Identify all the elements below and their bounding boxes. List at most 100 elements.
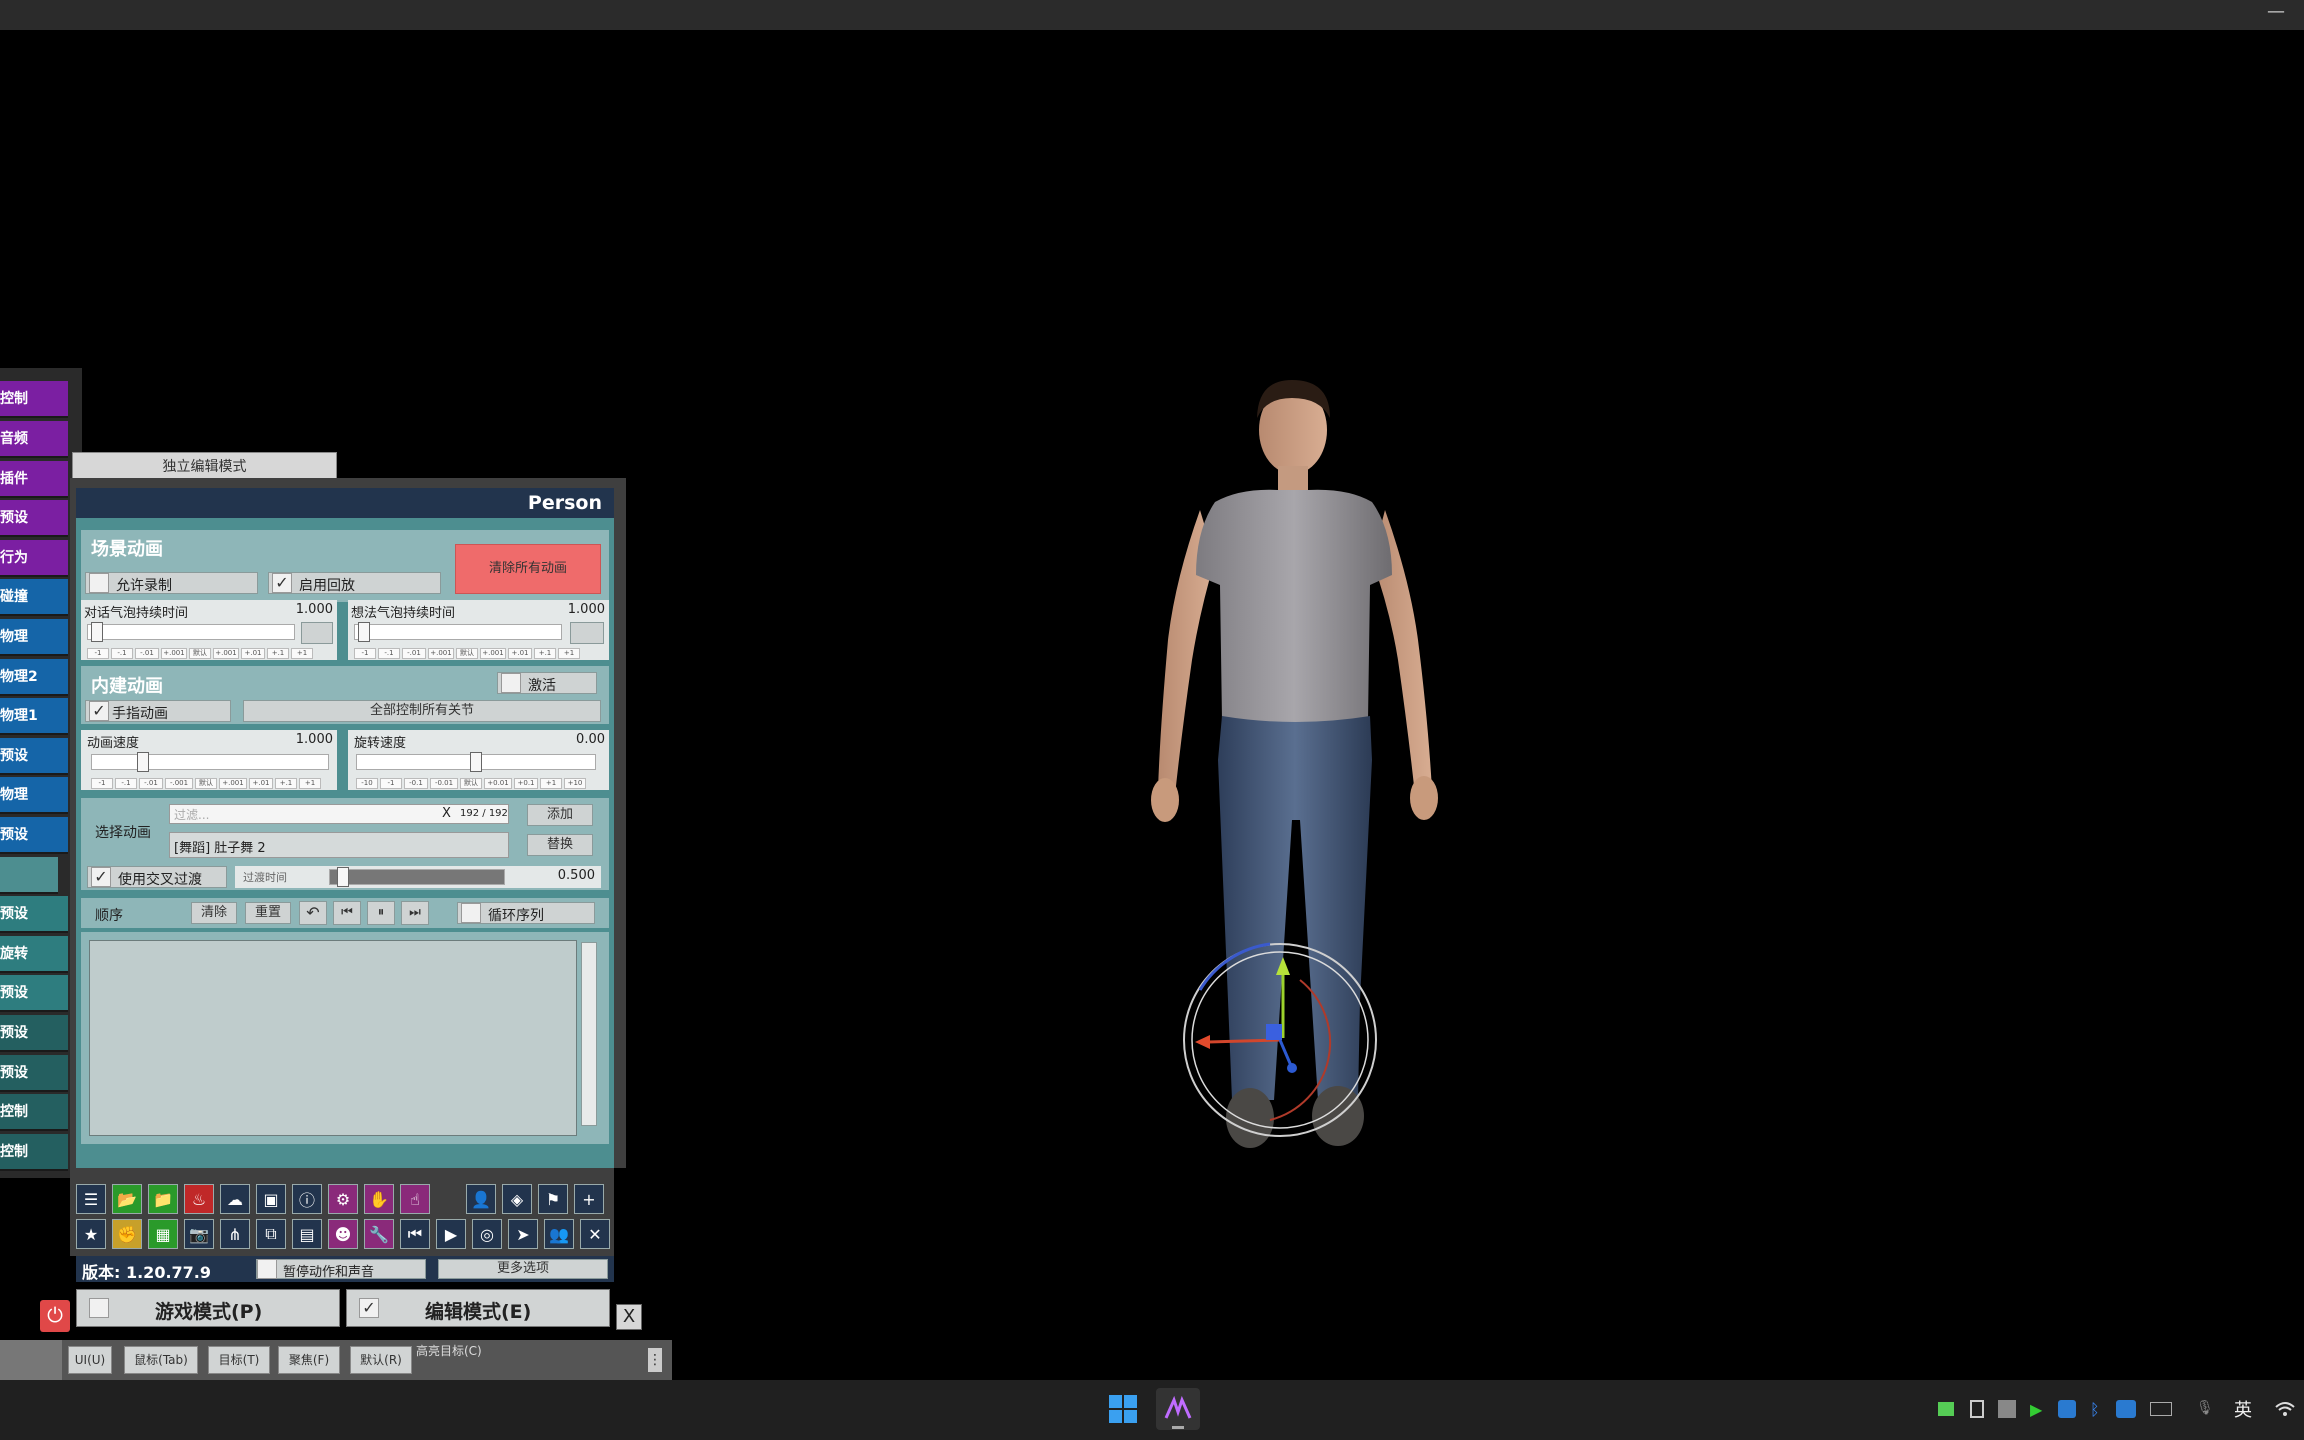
sidebar-tab[interactable]: 预设	[0, 896, 68, 933]
step-button[interactable]: -.1	[115, 778, 137, 789]
step-button[interactable]: +0.01	[484, 778, 512, 789]
pause-anim-sound-checkbox[interactable]	[257, 1259, 277, 1279]
step-button[interactable]: +1	[558, 648, 580, 659]
step-button[interactable]: -0.1	[404, 778, 428, 789]
step-button[interactable]: -.01	[139, 778, 163, 789]
wifi-icon[interactable]	[2274, 1400, 2296, 1418]
step-button[interactable]: +0.1	[514, 778, 538, 789]
sidebar-tab[interactable]: 行为	[0, 540, 68, 577]
step-button[interactable]: -1	[87, 648, 109, 659]
nodes-icon[interactable]: ⋔	[220, 1219, 250, 1249]
sidebar-tab[interactable]: 旋转	[0, 936, 68, 973]
hotkey-target[interactable]: 目标(T)	[208, 1346, 270, 1374]
cursor-icon[interactable]: ➤	[508, 1219, 538, 1249]
filter-input[interactable]: 过滤... X 192 / 192	[169, 804, 509, 824]
sidebar-tab[interactable]: 物理2	[0, 659, 68, 696]
sidebar-tab[interactable]: 音频	[0, 421, 68, 458]
control-all-joints-button[interactable]: 全部控制所有关节	[243, 700, 601, 722]
bluetooth-tray-icon[interactable]: ᛒ	[2090, 1400, 2104, 1419]
step-button[interactable]: -1	[380, 778, 402, 789]
camera-icon[interactable]: 📷	[184, 1219, 214, 1249]
enable-playback-checkbox[interactable]: ✓	[272, 573, 292, 593]
sidebar-tab[interactable]: 预设	[0, 1055, 68, 1092]
more-options-button[interactable]: 更多选项	[438, 1259, 608, 1279]
step-button[interactable]: -.001	[165, 778, 193, 789]
hotkey-ui[interactable]: UI(U)	[68, 1346, 112, 1374]
wrench-icon[interactable]: 🔧	[364, 1219, 394, 1249]
step-button[interactable]: -.1	[378, 648, 400, 659]
sidebar-tab[interactable]: 物理1	[0, 698, 68, 735]
app-tray-icon[interactable]	[1998, 1400, 2016, 1418]
skip-back-icon[interactable]: ⏮	[333, 901, 361, 925]
speech-bubble-track[interactable]	[87, 624, 295, 640]
step-button[interactable]: +.001	[213, 648, 239, 659]
step-button[interactable]: +10	[564, 778, 586, 789]
sidebar-tab[interactable]: 预设	[0, 975, 68, 1012]
nvidia-tray-icon[interactable]	[1938, 1402, 1954, 1416]
hotkey-focus[interactable]: 聚焦(F)	[278, 1346, 340, 1374]
step-button[interactable]: 默认	[460, 778, 482, 789]
loop-sequence-toggle[interactable]: 循环序列	[457, 902, 595, 924]
play-mode-checkbox[interactable]	[89, 1298, 109, 1318]
enable-playback-toggle[interactable]: ✓ 启用回放	[268, 572, 441, 594]
folder-icon[interactable]: 📁	[148, 1184, 178, 1214]
person-settings-icon[interactable]: ⚙	[328, 1184, 358, 1214]
box-icon[interactable]: ▣	[256, 1184, 286, 1214]
animation-speed-thumb[interactable]	[137, 752, 149, 772]
replace-button[interactable]: 替换	[527, 834, 593, 856]
loop-sequence-checkbox[interactable]	[461, 903, 481, 923]
step-button[interactable]: 默认	[189, 648, 211, 659]
step-button[interactable]: +.01	[241, 648, 265, 659]
step-back-icon[interactable]: ⏮	[400, 1219, 430, 1249]
clear-all-animation-button[interactable]: 清除所有动画	[455, 544, 601, 594]
clear-filter-button[interactable]: X	[442, 806, 451, 821]
sidebar-tab[interactable]: 预设	[0, 738, 68, 775]
screenshot-icon[interactable]: ▦	[148, 1219, 178, 1249]
skip-forward-icon[interactable]: ⏭	[401, 901, 429, 925]
step-button[interactable]: +.1	[275, 778, 297, 789]
app-taskbar-icon[interactable]	[1156, 1388, 1200, 1430]
minimize-button[interactable]: —	[2256, 0, 2296, 30]
hand-icon[interactable]: ✋	[364, 1184, 394, 1214]
thought-bubble-thumb[interactable]	[358, 622, 370, 642]
animation-dropdown[interactable]: [舞蹈] 肚子舞 2	[169, 832, 509, 858]
step-button[interactable]: +.01	[508, 648, 532, 659]
microphone-tray-icon[interactable]: 🎙	[2196, 1400, 2214, 1418]
animation-speed-track[interactable]	[91, 754, 329, 770]
pause-icon[interactable]: ⏸	[367, 901, 395, 925]
step-button[interactable]: +.1	[267, 648, 289, 659]
star-icon[interactable]: ★	[76, 1219, 106, 1249]
step-button[interactable]: +.001	[161, 648, 187, 659]
step-button[interactable]: -.1	[111, 648, 133, 659]
person-icon[interactable]: 👤	[466, 1184, 496, 1214]
allow-record-toggle[interactable]: 允许录制	[85, 572, 258, 594]
hotkey-default[interactable]: 默认(R)	[350, 1346, 412, 1374]
cloud-icon[interactable]: ☁	[220, 1184, 250, 1214]
pause-anim-sound-toggle[interactable]: 暂停动作和声音	[256, 1259, 426, 1280]
step-button[interactable]: -.01	[402, 648, 426, 659]
step-button[interactable]: 默认	[195, 778, 217, 789]
shield-tray-icon[interactable]	[2058, 1400, 2076, 1418]
edit-mode-checkbox[interactable]: ✓	[359, 1298, 379, 1318]
rotation-speed-thumb[interactable]	[470, 752, 482, 772]
add-button[interactable]: 添加	[527, 804, 593, 826]
hand-animation-toggle[interactable]: ✓ 手指动画	[85, 700, 231, 722]
sequence-reset-button[interactable]: 重置	[245, 902, 291, 924]
step-button[interactable]: +.001	[480, 648, 506, 659]
fade-time-thumb[interactable]	[337, 867, 350, 887]
sequence-list[interactable]	[89, 940, 577, 1136]
sidebar-tab[interactable]: 碰撞	[0, 579, 68, 616]
unity-icon[interactable]: ◈	[502, 1184, 532, 1214]
step-button[interactable]: +.001	[219, 778, 247, 789]
tools-icon[interactable]: ✕	[580, 1219, 610, 1249]
undo-icon[interactable]: ↶	[299, 901, 327, 925]
pointer-hand-icon[interactable]: ☝	[400, 1184, 430, 1214]
sidebar-tab[interactable]: 控制	[0, 1134, 68, 1171]
document-icon[interactable]: ▤	[292, 1219, 322, 1249]
step-button[interactable]: +1	[540, 778, 562, 789]
sidebar-tab[interactable]: 物理	[0, 777, 68, 814]
sidebar-tab[interactable]: 控制	[0, 1094, 68, 1131]
hotkey-mouse[interactable]: 鼠标(Tab)	[124, 1346, 198, 1374]
sidebar-tab-active[interactable]	[0, 857, 58, 894]
speech-bubble-thumb[interactable]	[91, 622, 103, 642]
